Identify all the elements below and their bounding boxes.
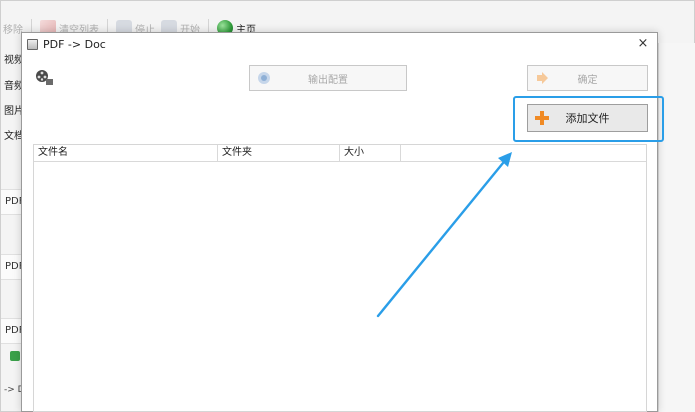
column-header-filename[interactable]: 文件名	[34, 145, 218, 161]
confirm-label: 确定	[577, 74, 598, 86]
column-header-size[interactable]: 大小	[340, 145, 401, 161]
dialog-title: PDF -> Doc	[43, 38, 106, 51]
toolbar-remove-label: 移除	[3, 24, 23, 36]
confirm-button[interactable]: 确定	[527, 65, 648, 91]
highlight-box	[513, 96, 664, 142]
pdf-to-doc-dialog: PDF -> Doc × 输出配置 确定 添加文件 文件名 文件夹 大小	[21, 32, 658, 412]
film-reel-icon	[36, 70, 53, 85]
list-item[interactable]: PDF	[1, 189, 24, 215]
file-table[interactable]: 文件名 文件夹 大小	[33, 144, 647, 412]
list-item[interactable]: PDF	[1, 254, 24, 280]
dialog-titlebar[interactable]: PDF -> Doc ×	[22, 33, 657, 57]
output-config-button[interactable]: 输出配置	[249, 65, 407, 91]
column-header-empty	[401, 145, 647, 161]
app-window-icon	[27, 39, 38, 50]
green-file-icon	[10, 351, 20, 361]
toolbar-remove[interactable]: 移除	[3, 21, 23, 36]
column-header-folder[interactable]: 文件夹	[218, 145, 340, 161]
output-config-icon	[258, 72, 270, 84]
output-config-label: 输出配置	[308, 74, 348, 86]
arrow-right-icon	[537, 72, 548, 84]
close-button[interactable]: ×	[635, 36, 651, 52]
list-item[interactable]: PDF	[1, 318, 24, 344]
file-table-header: 文件名 文件夹 大小	[34, 145, 646, 162]
